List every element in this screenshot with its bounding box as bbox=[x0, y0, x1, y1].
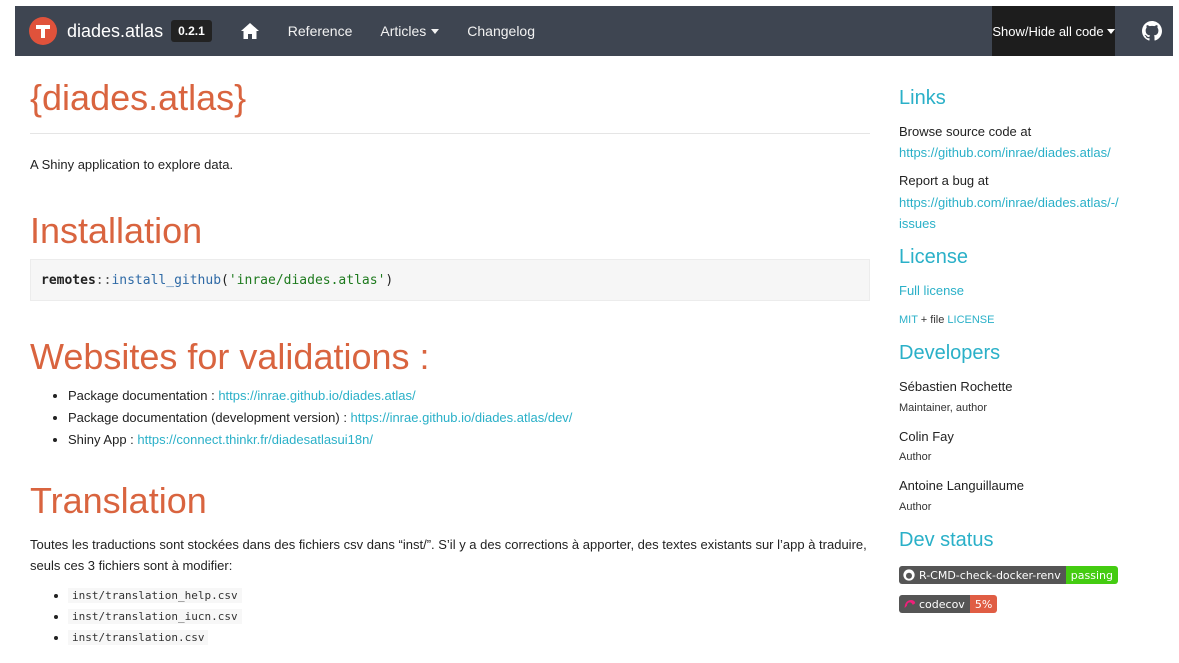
shiny-app-link[interactable]: https://connect.thinkr.fr/diadesatlasui1… bbox=[137, 432, 373, 447]
github-icon bbox=[903, 569, 915, 581]
translation-file-list: inst/translation_help.csv inst/translati… bbox=[68, 585, 242, 648]
doc-link[interactable]: https://inrae.github.io/diades.atlas/ bbox=[218, 388, 415, 403]
list-item: inst/translation_help.csv bbox=[68, 585, 242, 606]
developer-role: Author bbox=[899, 451, 932, 463]
code-function[interactable]: install_github bbox=[111, 273, 221, 288]
mit-link[interactable]: MIT bbox=[899, 314, 918, 326]
show-hide-code-label: Show/Hide all code bbox=[992, 23, 1104, 39]
codecov-icon bbox=[904, 599, 916, 609]
code-paren-close: ) bbox=[385, 272, 394, 288]
badge-status: 5% bbox=[969, 595, 998, 613]
dev-status-heading: Dev status bbox=[899, 529, 994, 551]
license-line: MIT + file LICENSE bbox=[899, 310, 994, 331]
source-link[interactable]: https://github.com/inrae/diades.atlas/ bbox=[899, 142, 1111, 163]
nav-reference-label: Reference bbox=[287, 23, 353, 39]
nav-changelog-label: Changelog bbox=[467, 23, 536, 39]
developers-heading: Developers bbox=[899, 342, 1001, 364]
nav-articles-label: Articles bbox=[380, 23, 427, 39]
caret-down-icon bbox=[431, 28, 440, 34]
license-heading: License bbox=[899, 246, 968, 268]
code-operator: :: bbox=[95, 272, 112, 288]
bug-label: Report a bug at bbox=[899, 173, 989, 188]
list-item: inst/translation.csv bbox=[68, 627, 242, 648]
nav-articles[interactable]: Articles bbox=[380, 23, 440, 39]
caret-down-icon bbox=[1106, 28, 1115, 34]
developer-role: Maintainer, author bbox=[899, 402, 988, 414]
navbar: diades.atlas 0.2.1 Reference Articles Ch… bbox=[15, 6, 1173, 56]
installation-heading: Installation bbox=[30, 210, 203, 251]
list-item: Package documentation (development versi… bbox=[68, 407, 572, 429]
validation-heading: Websites for validations : bbox=[30, 336, 430, 377]
home-icon[interactable] bbox=[240, 22, 260, 40]
item-label: Shiny App : bbox=[68, 432, 138, 447]
validation-list: Package documentation : https://inrae.gi… bbox=[68, 385, 572, 451]
developer-name: Colin Fay bbox=[899, 429, 954, 444]
license-file-link[interactable]: LICENSE bbox=[947, 314, 994, 326]
version-badge: 0.2.1 bbox=[171, 20, 212, 42]
plus-file-text: + file bbox=[917, 314, 948, 326]
codecov-badge[interactable]: codecov 5% bbox=[899, 595, 998, 613]
github-icon[interactable] bbox=[1142, 21, 1162, 46]
file-name: inst/translation_iucn.csv bbox=[68, 609, 242, 624]
browse-label: Browse source code at bbox=[899, 124, 1032, 139]
badge-label-text: R-CMD-check-docker-renv bbox=[919, 568, 1061, 582]
installation-code[interactable]: remotes:: install_github('inrae/diades.at… bbox=[30, 259, 870, 301]
brand-link[interactable]: diades.atlas bbox=[67, 21, 163, 42]
translation-heading: Translation bbox=[30, 480, 207, 521]
nav-changelog[interactable]: Changelog bbox=[467, 23, 535, 39]
bug-link[interactable]: https://github.com/inrae/diades.atlas/-/ bbox=[899, 192, 1119, 213]
badge-label: codecov bbox=[899, 595, 970, 613]
file-name: inst/translation_help.csv bbox=[68, 588, 242, 603]
dev-doc-link[interactable]: https://inrae.github.io/diades.atlas/dev… bbox=[351, 410, 573, 425]
developer-role: Author bbox=[899, 501, 932, 513]
logo-icon[interactable] bbox=[29, 17, 57, 45]
nav-reference[interactable]: Reference bbox=[288, 23, 353, 39]
code-paren-open: ( bbox=[221, 272, 229, 288]
code-string: 'inrae/diades.atlas' bbox=[228, 272, 386, 288]
translation-paragraph: Toutes les traductions sont stockées dan… bbox=[30, 537, 867, 573]
badge-label-text: codecov bbox=[919, 597, 965, 611]
main-content: {diades.atlas} A Shiny application to ex… bbox=[30, 56, 870, 645]
file-name: inst/translation.csv bbox=[68, 630, 209, 645]
show-hide-code-button[interactable]: Show/Hide all code bbox=[992, 6, 1115, 56]
list-item: inst/translation_iucn.csv bbox=[68, 606, 242, 627]
page-title: {diades.atlas} bbox=[30, 77, 247, 118]
title-divider bbox=[30, 133, 870, 134]
developer-name: Sébastien Rochette bbox=[899, 379, 1013, 394]
bug-link-cont[interactable]: issues bbox=[899, 213, 936, 234]
badge-label: R-CMD-check-docker-renv bbox=[899, 566, 1066, 584]
badge-status: passing bbox=[1065, 566, 1118, 584]
item-label: Package documentation (development versi… bbox=[68, 410, 351, 425]
full-license-link[interactable]: Full license bbox=[899, 280, 964, 301]
list-item: Shiny App : https://connect.thinkr.fr/di… bbox=[68, 429, 572, 451]
code-namespace: remotes bbox=[41, 272, 96, 288]
rcmd-check-badge[interactable]: R-CMD-check-docker-renv passing bbox=[899, 566, 1118, 584]
page-description: A Shiny application to explore data. bbox=[30, 157, 234, 172]
developer-name: Antoine Languillaume bbox=[899, 478, 1025, 493]
list-item: Package documentation : https://inrae.gi… bbox=[68, 385, 572, 407]
links-heading: Links bbox=[899, 87, 946, 109]
item-label: Package documentation : bbox=[68, 388, 219, 403]
